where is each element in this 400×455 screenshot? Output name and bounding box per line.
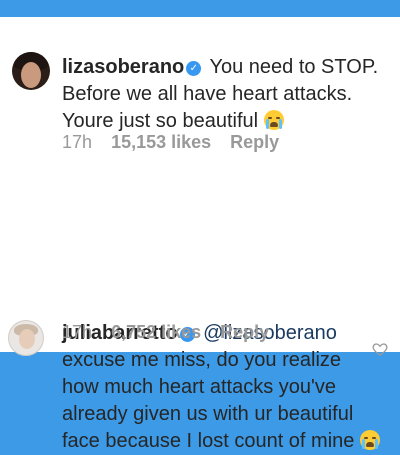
comment-text: lizasoberano ✓ You need to STOP. Before w… [62,54,392,135]
comments-panel: lizasoberano ✓ You need to STOP. Before w… [0,17,400,452]
likes-count[interactable]: 6,752 likes [111,322,201,342]
comment-meta: 17h 15,153 likes Reply [62,132,293,153]
heart-outline-icon[interactable] [372,341,388,357]
crying-face-emoji-icon [263,110,284,130]
comment-body: excuse me miss, do you realize how much … [62,349,355,452]
comment-time: 17h [62,132,93,152]
reply-button[interactable]: Reply [230,132,279,152]
comment-time: 17h [62,322,93,342]
likes-count[interactable]: 15,153 likes [111,132,211,152]
comment-username[interactable]: lizasoberano [62,56,184,78]
avatar[interactable] [12,52,50,90]
reply-button[interactable]: Reply [220,322,269,342]
crying-face-emoji-icon [359,430,380,450]
verified-badge-icon: ✓ [186,61,202,76]
avatar[interactable] [8,320,44,356]
comment-meta: 17h 6,752 likes Reply [62,322,283,343]
